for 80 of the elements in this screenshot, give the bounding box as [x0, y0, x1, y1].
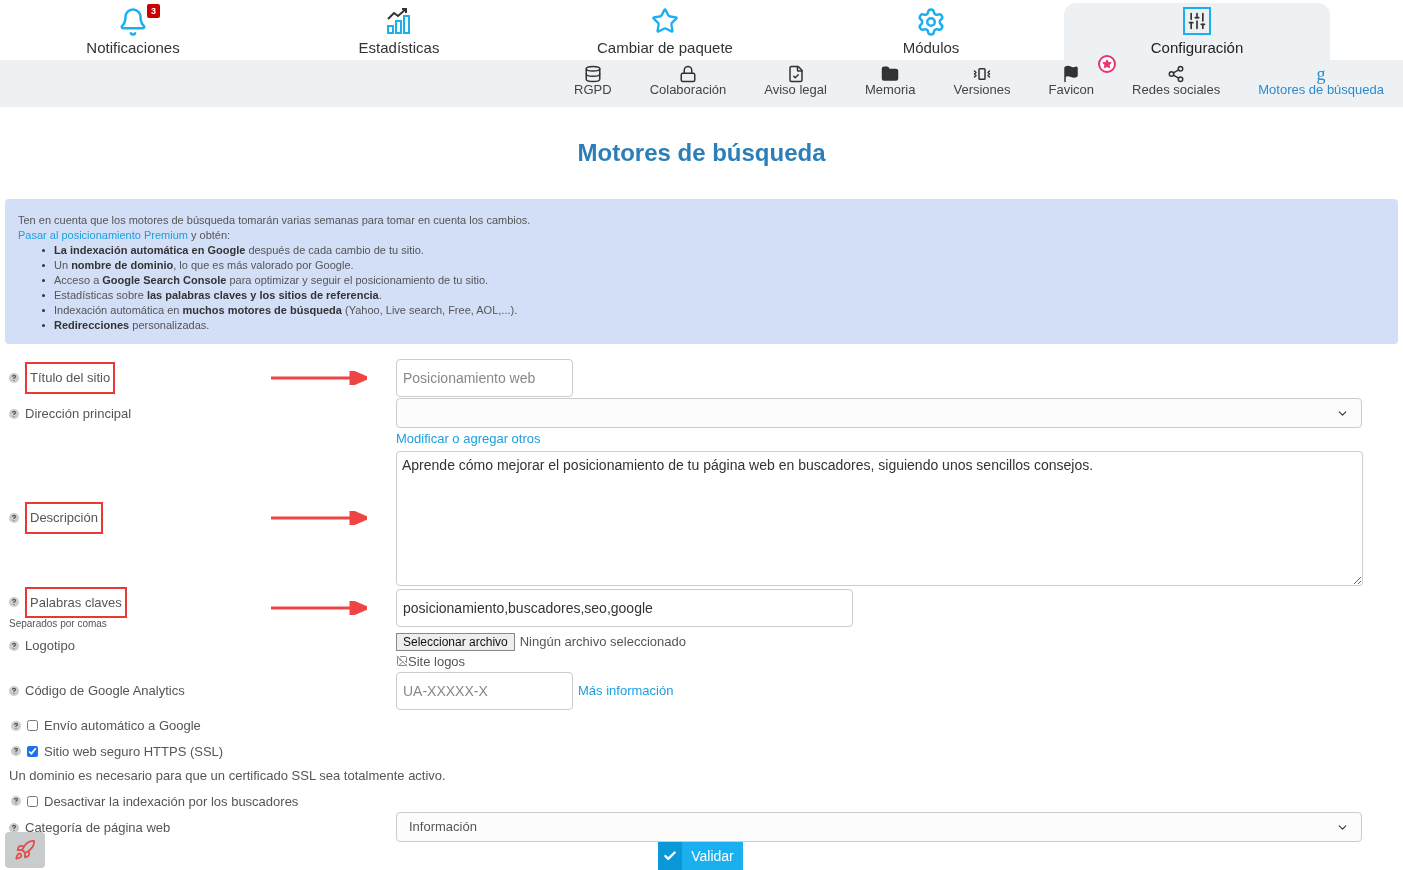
- checkbox-label: Sitio web seguro HTTPS (SSL): [44, 742, 224, 761]
- arrow-icon: [271, 511, 367, 525]
- lock-icon: [678, 64, 697, 83]
- field-hint: Separados por comas: [9, 618, 108, 630]
- checkbox-label: Desactivar la indexación por los buscadores: [44, 792, 299, 811]
- bullet-icon: [42, 278, 45, 282]
- bullet-icon: [42, 263, 45, 267]
- notice-text: Ten en cuenta que los motores de búsqueda tomarán varias semanas para tomar en cuenta los cambios.: [18, 212, 532, 228]
- bullet-icon: [42, 248, 45, 252]
- field-label: Logotipo: [25, 637, 75, 655]
- page-title: Motores de búsqueda: [576, 137, 827, 168]
- field-label: Categoría de página web: [25, 819, 171, 837]
- checkbox[interactable]: [27, 795, 38, 807]
- select-field[interactable]: [396, 398, 1362, 428]
- field-label: Título del sitio: [25, 362, 116, 394]
- settings-icon: [916, 6, 946, 37]
- arrow-icon: [271, 601, 367, 616]
- flag-icon: [1062, 64, 1081, 83]
- help-icon[interactable]: [11, 796, 21, 807]
- bullet-icon: [42, 308, 45, 312]
- arrow-icon: [271, 371, 367, 385]
- text-field[interactable]: UA-XXXXX-X: [396, 672, 573, 710]
- top-tab[interactable]: Cambiar de paquete: [532, 2, 798, 60]
- ssl-note: Un dominio es necesario para que un certificado SSL sea totalmente activo.: [8, 767, 447, 785]
- top-tab[interactable]: 3 Notificaciones: [0, 2, 266, 60]
- choose-file-button[interactable]: Seleccionar archivo: [396, 632, 515, 651]
- bullet-icon: [42, 323, 45, 327]
- help-icon[interactable]: [9, 686, 19, 696]
- text-field[interactable]: Posicionamiento web: [396, 359, 573, 397]
- help-icon[interactable]: [9, 373, 19, 383]
- sliders-icon: [1183, 6, 1211, 35]
- benefit-text: Indexación automática en muchos motores de búsqueda (Yahoo, Live search, Free, AOL,...).: [54, 302, 518, 318]
- description-field[interactable]: Aprende cómo mejorar el posicionamiento de tu página web en buscadores, siguiendo unos sencillos consejos.: [396, 450, 1363, 586]
- benefit-text: La indexación automática en Google después de cada cambio de tu sitio.: [54, 242, 424, 258]
- select-value: Información: [409, 818, 477, 837]
- document-check-icon: [786, 64, 805, 83]
- help-icon[interactable]: [9, 597, 19, 608]
- field-label: Palabras claves: [25, 586, 127, 618]
- benefit-text: Redirecciones personalizadas.: [54, 317, 210, 333]
- field-label: Código de Google Analytics: [25, 682, 185, 701]
- help-icon[interactable]: [11, 746, 21, 757]
- sub-tab[interactable]: RGPD: [574, 64, 612, 97]
- checkbox[interactable]: [27, 720, 38, 732]
- rocket-icon: [14, 839, 36, 861]
- file-status: Ningún archivo seleccionado: [519, 633, 686, 651]
- star-icon: [651, 6, 679, 35]
- help-icon[interactable]: [9, 822, 19, 833]
- sub-tab[interactable]: Versiones: [953, 64, 1011, 97]
- sub-tab[interactable]: Colaboración: [649, 64, 727, 97]
- notice-text: y obtén:: [190, 227, 231, 243]
- image-alt-text: Site logos: [408, 652, 466, 671]
- share-icon: [1167, 64, 1186, 83]
- top-tab[interactable]: Estadísticas: [266, 2, 532, 60]
- benefit-text: Un nombre de dominio, lo que es más valorado por Google.: [54, 257, 354, 273]
- sub-tab[interactable]: Redes sociales: [1132, 64, 1221, 97]
- help-icon[interactable]: [11, 720, 21, 731]
- bar-chart-icon: [385, 6, 413, 35]
- check-icon: [663, 849, 678, 863]
- text-field[interactable]: posicionamiento,buscadores,seo,google: [396, 589, 853, 628]
- benefit-text: Estadísticas sobre las palabras claves y los sitios de referencia.: [54, 287, 382, 303]
- field-label: Descripción: [25, 502, 103, 534]
- top-tab[interactable]: Configuración: [1064, 2, 1330, 60]
- sub-tab[interactable]: Favicon: [1048, 64, 1095, 97]
- select-field[interactable]: Información: [396, 812, 1362, 842]
- benefit-text: Acceso a Google Search Console para optimizar y seguir el posicionamiento de tu sitio.: [54, 272, 489, 288]
- field-label: Dirección principal: [25, 405, 132, 423]
- database-icon: [583, 64, 602, 83]
- bell-icon: [118, 6, 148, 37]
- sub-tab[interactable]: Aviso legal: [764, 64, 827, 97]
- checkbox-label: Envío automático a Google: [44, 717, 201, 735]
- help-icon[interactable]: [9, 513, 19, 523]
- help-icon[interactable]: [9, 640, 19, 651]
- help-icon[interactable]: [9, 408, 19, 419]
- bullet-icon: [42, 293, 45, 297]
- broken-image-icon: [396, 655, 408, 668]
- folder-icon: [881, 64, 900, 83]
- top-tab[interactable]: Módulos: [798, 2, 1064, 60]
- sub-tab[interactable]: Memoria: [864, 64, 916, 97]
- checkbox[interactable]: [27, 745, 38, 757]
- notification-badge: 3: [147, 3, 160, 18]
